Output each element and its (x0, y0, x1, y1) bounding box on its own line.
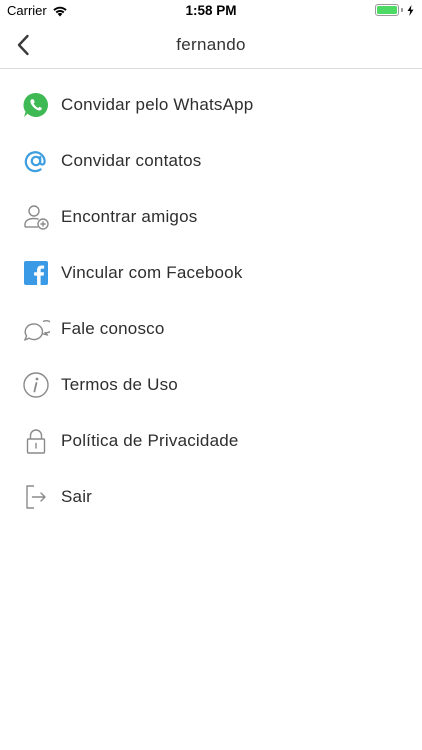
battery-cap (401, 8, 403, 12)
whatsapp-icon (21, 90, 51, 120)
page-title: fernando (176, 35, 246, 54)
battery-icon (375, 4, 399, 16)
status-time: 1:58 PM (185, 3, 237, 18)
logout-icon (21, 482, 51, 512)
lock-icon (21, 426, 51, 456)
charging-bolt-icon (407, 4, 414, 16)
at-sign-icon (21, 146, 51, 176)
menu-item-label: Convidar contatos (61, 151, 202, 170)
menu-item-privacy[interactable]: Política de Privacidade (0, 413, 422, 469)
chat-bubbles-icon (21, 314, 51, 344)
menu-item-label: Vincular com Facebook (61, 263, 243, 282)
menu-item-whatsapp[interactable]: Convidar pelo WhatsApp (0, 77, 422, 133)
settings-menu: Convidar pelo WhatsApp Convidar contatos… (0, 77, 422, 525)
menu-item-label: Política de Privacidade (61, 431, 239, 450)
menu-item-label: Convidar pelo WhatsApp (61, 95, 254, 114)
status-bar: Carrier 1:58 PM (0, 0, 422, 22)
menu-item-find-friends[interactable]: Encontrar amigos (0, 189, 422, 245)
menu-item-label: Fale conosco (61, 319, 165, 338)
navigation-bar: fernando (0, 22, 422, 69)
menu-item-logout[interactable]: Sair (0, 469, 422, 525)
info-icon (21, 370, 51, 400)
menu-item-label: Encontrar amigos (61, 207, 198, 226)
menu-item-facebook[interactable]: Vincular com Facebook (0, 245, 422, 301)
menu-item-label: Sair (61, 487, 93, 506)
menu-item-contact-us[interactable]: Fale conosco (0, 301, 422, 357)
menu-item-label: Termos de Uso (61, 375, 178, 394)
battery-fill (377, 6, 397, 14)
add-user-icon (21, 202, 51, 232)
menu-item-terms[interactable]: Termos de Uso (0, 357, 422, 413)
battery-indicator (375, 4, 414, 16)
menu-item-invite-contacts[interactable]: Convidar contatos (0, 133, 422, 189)
facebook-icon (21, 258, 51, 288)
